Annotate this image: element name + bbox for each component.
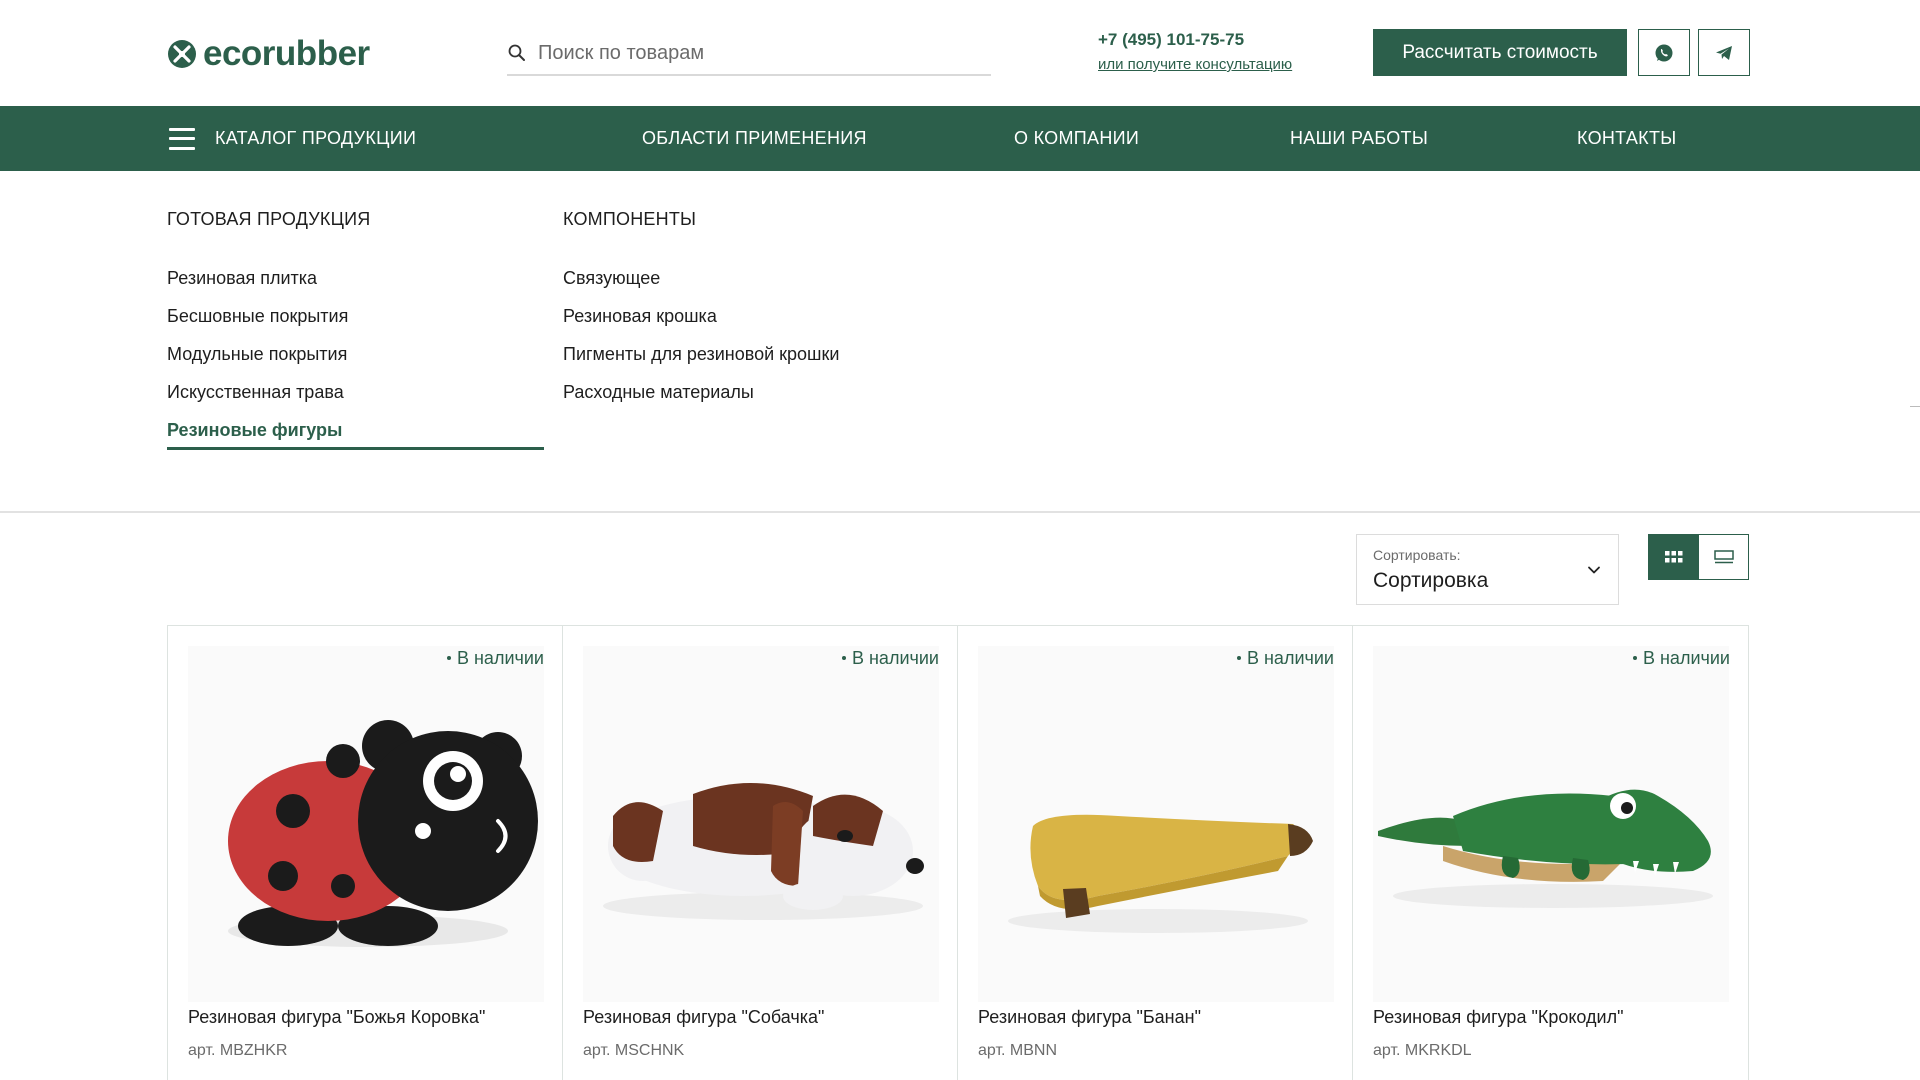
nav-catalog[interactable]: КАТАЛОГ ПРОДУКЦИИ: [169, 106, 416, 171]
banana-figure-image: [1008, 814, 1313, 933]
product-card[interactable]: В наличии Резиновая фигура "Банан" арт. …: [958, 626, 1353, 1080]
product-sku: арт. MSCHNK: [583, 1042, 685, 1059]
stock-status: В наличии: [446, 648, 544, 669]
ladybug-figure-image: [228, 720, 538, 947]
product-title[interactable]: Резиновая фигура "Крокодил": [1373, 1007, 1624, 1028]
catalog-mega-menu: ГОТОВАЯ ПРОДУКЦИЯ Резиновая плитка Бесшо…: [0, 171, 1920, 513]
stock-status: В наличии: [1632, 648, 1730, 669]
ready-products-title: ГОТОВАЯ ПРОДУКЦИЯ: [167, 209, 371, 229]
menu-item-consumables[interactable]: Расходные материалы: [563, 382, 839, 420]
list-view-button[interactable]: [1698, 534, 1749, 580]
edge-divider: [1910, 406, 1920, 407]
components-title: КОМПОНЕНТЫ: [563, 209, 697, 229]
telegram-icon: [1716, 45, 1732, 60]
product-grid: В наличии Резиновая фигура "Божья Коровк…: [167, 625, 1749, 1080]
product-title[interactable]: Резиновая фигура "Банан": [978, 1007, 1201, 1028]
menu-item-binder[interactable]: Связующее: [563, 268, 839, 306]
nav-about[interactable]: О КОМПАНИИ: [1014, 106, 1139, 171]
ready-products-column: ГОТОВАЯ ПРОДУКЦИЯ Резиновая плитка Бесшо…: [167, 209, 370, 458]
product-image[interactable]: [188, 646, 544, 1002]
search-input[interactable]: [538, 41, 978, 65]
telegram-button[interactable]: [1698, 29, 1750, 76]
list-icon: [1713, 550, 1734, 564]
product-card[interactable]: В наличии Резиновая фигура "Крокодил" ар…: [1353, 626, 1748, 1080]
burger-menu-icon: [169, 127, 195, 150]
nav-catalog-label: КАТАЛОГ ПРОДУКЦИИ: [215, 128, 417, 148]
logo-mark-icon: [168, 40, 196, 68]
product-card[interactable]: В наличии Резиновая фигура "Собачка" арт…: [563, 626, 958, 1080]
nav-applications[interactable]: ОБЛАСТИ ПРИМЕНЕНИЯ: [642, 106, 867, 171]
product-card[interactable]: В наличии Резиновая фигура "Божья Коровк…: [168, 626, 563, 1080]
consultation-link[interactable]: или получите консультацию: [1098, 56, 1292, 73]
whatsapp-button[interactable]: [1638, 29, 1690, 76]
chevron-down-icon: [1588, 566, 1600, 574]
contact-block: +7 (495) 101-75-75 или получите консульт…: [1098, 30, 1292, 73]
sort-select[interactable]: Сортировать: Сортировка: [1356, 534, 1619, 605]
product-image[interactable]: [1373, 646, 1729, 1002]
sort-label: Сортировать:: [1373, 547, 1461, 563]
product-image[interactable]: [583, 646, 939, 1002]
stock-status: В наличии: [841, 648, 939, 669]
menu-item-pigments[interactable]: Пигменты для резиновой крошки: [563, 344, 839, 382]
menu-item-rubber-figures[interactable]: Резиновые фигуры: [167, 420, 370, 458]
product-title[interactable]: Резиновая фигура "Собачка": [583, 1007, 824, 1028]
nav-our-works[interactable]: НАШИ РАБОТЫ: [1290, 106, 1428, 171]
whatsapp-icon: [1655, 44, 1673, 61]
product-sku: арт. MKRKDL: [1373, 1042, 1472, 1059]
search-icon[interactable]: [508, 44, 526, 62]
stock-status: В наличии: [1236, 648, 1334, 669]
menu-item-rubber-tile[interactable]: Резиновая плитка: [167, 268, 370, 306]
components-column: КОМПОНЕНТЫ Связующее Резиновая крошка Пи…: [563, 209, 839, 420]
menu-item-modular-coating[interactable]: Модульные покрытия: [167, 344, 370, 382]
menu-item-seamless-coating[interactable]: Бесшовные покрытия: [167, 306, 370, 344]
crocodile-figure-image: [1378, 789, 1713, 908]
product-sku: арт. MBZHKR: [188, 1042, 288, 1059]
product-sku: арт. MBNN: [978, 1042, 1057, 1059]
sort-value: Сортировка: [1373, 569, 1489, 592]
calculate-cost-button[interactable]: Рассчитать стоимость: [1373, 29, 1627, 76]
menu-item-rubber-crumb[interactable]: Резиновая крошка: [563, 306, 839, 344]
main-nav: КАТАЛОГ ПРОДУКЦИИ ОБЛАСТИ ПРИМЕНЕНИЯ О К…: [0, 106, 1920, 171]
grid-icon: [1664, 551, 1682, 563]
active-item-underline: [167, 447, 544, 450]
nav-contacts[interactable]: КОНТАКТЫ: [1577, 106, 1677, 171]
logo-text: ecorubber: [203, 34, 370, 73]
product-title[interactable]: Резиновая фигура "Божья Коровка": [188, 1007, 485, 1028]
product-image[interactable]: [978, 646, 1334, 1002]
menu-item-artificial-grass[interactable]: Искусственная трава: [167, 382, 370, 420]
grid-view-button[interactable]: [1648, 534, 1699, 580]
site-header: ecorubber +7 (495) 101-75-75 или получит…: [0, 0, 1920, 106]
dog-figure-image: [603, 782, 924, 920]
search-bar: [507, 32, 991, 76]
phone-number[interactable]: +7 (495) 101-75-75: [1098, 30, 1292, 50]
logo[interactable]: ecorubber: [167, 34, 370, 74]
